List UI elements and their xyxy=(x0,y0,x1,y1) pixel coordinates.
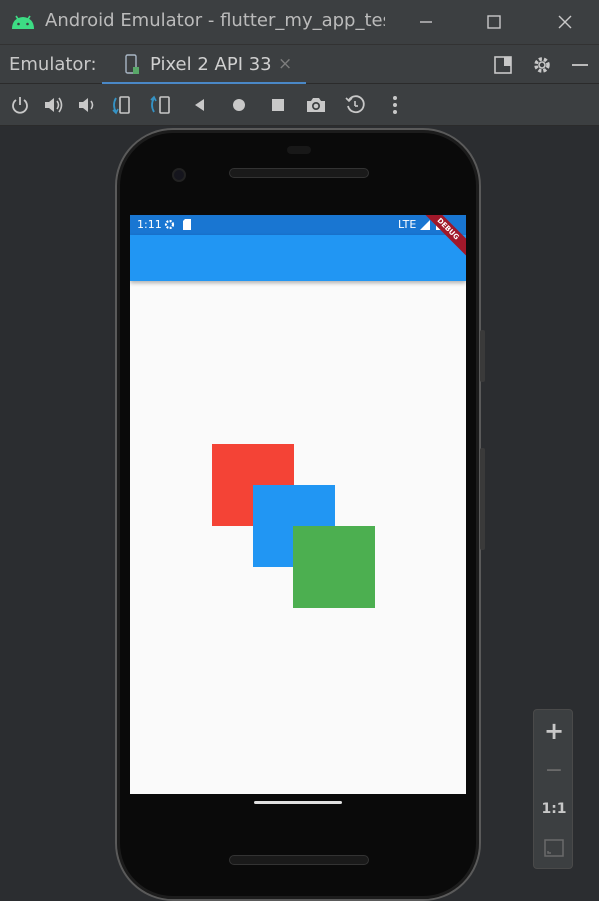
sd-card-icon xyxy=(183,219,191,230)
camera-icon xyxy=(307,98,325,112)
snapshot-icon xyxy=(345,95,365,114)
minimize-icon xyxy=(420,21,432,23)
minus-icon xyxy=(572,64,588,66)
layout-icon xyxy=(494,56,512,74)
fit-screen-button[interactable] xyxy=(534,829,574,867)
settings-status-icon xyxy=(164,219,175,230)
app-bar xyxy=(130,235,466,281)
maximize-button[interactable] xyxy=(479,8,509,36)
tab-label: Pixel 2 API 33 xyxy=(150,54,272,75)
device-screen[interactable]: 1:11 LTE DEBUG xyxy=(130,215,466,794)
tab-pixel-2[interactable]: Pixel 2 API 33 × xyxy=(102,45,306,85)
minimize-button[interactable] xyxy=(411,8,441,36)
status-network: LTE xyxy=(398,218,417,231)
device-icon xyxy=(125,54,139,74)
screenshot-button[interactable] xyxy=(304,93,328,117)
status-time: 1:11 xyxy=(137,218,162,231)
rotate-right-button[interactable] xyxy=(148,93,172,117)
snapshot-button[interactable] xyxy=(343,93,367,117)
front-camera xyxy=(172,168,186,182)
volume-up-icon xyxy=(45,97,63,113)
emulator-tabbar: Emulator: Pixel 2 API 33 × xyxy=(0,44,599,85)
emulator-label: Emulator: xyxy=(9,54,97,75)
zoom-in-button[interactable]: + xyxy=(534,712,574,750)
actual-size-button[interactable]: 1:1 xyxy=(534,790,574,828)
title-bar: Android Emulator - flutter_my_app_test xyxy=(0,0,599,44)
top-slot xyxy=(287,146,311,154)
maximize-icon xyxy=(487,15,501,29)
volume-down-button[interactable] xyxy=(75,93,99,117)
volume-down-icon xyxy=(79,98,94,112)
rotate-right-icon xyxy=(150,95,170,114)
side-button-power[interactable] xyxy=(480,330,485,382)
android-icon xyxy=(12,15,34,29)
green-square xyxy=(293,526,375,608)
close-button[interactable] xyxy=(550,8,580,36)
power-button[interactable] xyxy=(8,93,32,117)
signal-icon xyxy=(420,220,430,230)
more-icon xyxy=(393,96,397,114)
close-icon xyxy=(558,15,572,29)
overview-icon xyxy=(272,99,284,111)
power-icon xyxy=(12,97,28,114)
home-button[interactable] xyxy=(227,93,251,117)
gear-icon xyxy=(534,57,550,73)
window-title: Android Emulator - flutter_my_app_test xyxy=(45,10,385,31)
side-button-volume[interactable] xyxy=(480,448,485,550)
settings-button[interactable] xyxy=(530,53,554,77)
zoom-panel: + − 1:1 xyxy=(533,709,573,869)
speaker-grille xyxy=(229,855,369,865)
zoom-out-button[interactable]: − xyxy=(534,751,574,789)
hide-panel-button[interactable] xyxy=(568,53,592,77)
earpiece-grille xyxy=(229,168,369,178)
fit-screen-icon xyxy=(544,839,564,857)
status-bar: 1:11 LTE xyxy=(130,215,466,235)
gesture-nav-bar[interactable] xyxy=(254,801,342,804)
back-icon xyxy=(195,99,204,111)
overview-button[interactable] xyxy=(266,93,290,117)
layout-toggle-button[interactable] xyxy=(491,53,515,77)
back-button[interactable] xyxy=(188,93,212,117)
tab-close-icon[interactable]: × xyxy=(278,54,292,74)
volume-up-button[interactable] xyxy=(42,93,66,117)
emulator-toolbar xyxy=(0,84,599,126)
more-button[interactable] xyxy=(383,93,407,117)
rotate-left-button[interactable] xyxy=(110,93,134,117)
rotate-left-icon xyxy=(112,96,130,115)
home-icon xyxy=(233,99,245,111)
